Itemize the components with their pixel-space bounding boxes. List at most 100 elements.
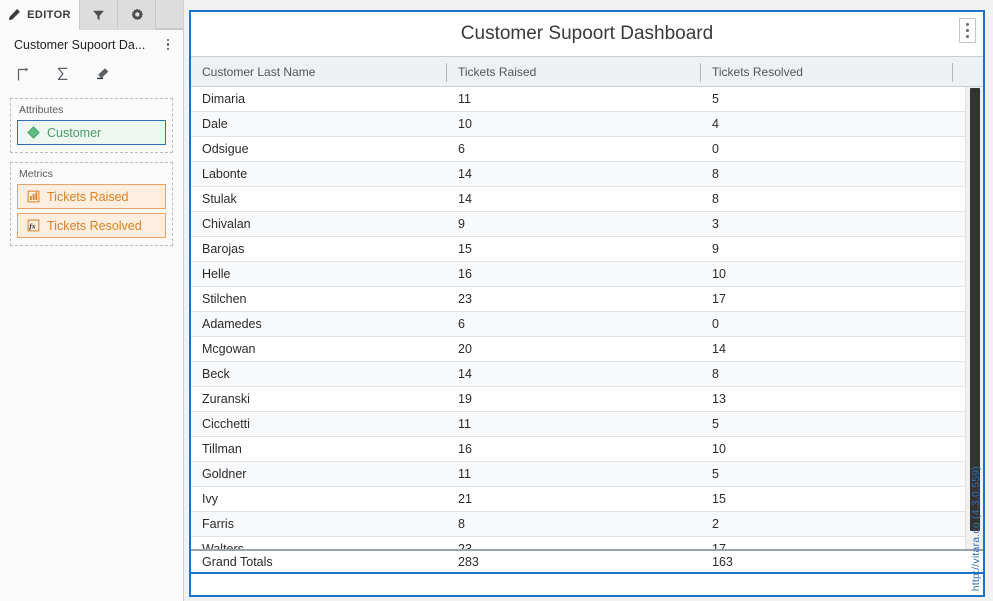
- table-cell: 8: [712, 192, 719, 206]
- attributes-section-label: Attributes: [19, 104, 64, 116]
- table-cell: 15: [712, 492, 726, 506]
- table-row[interactable]: Chivalan 9 3: [191, 212, 983, 237]
- table-row[interactable]: Mcgowan 20 14: [191, 337, 983, 362]
- column-header-tickets-raised[interactable]: Tickets Raised: [447, 57, 701, 86]
- pivot-swap-icon[interactable]: [14, 64, 34, 84]
- attribute-chip-customer[interactable]: Customer: [17, 120, 166, 145]
- column-header-label: Customer Last Name: [202, 64, 316, 79]
- table-cell: Mcgowan: [202, 342, 256, 356]
- metrics-dropzone[interactable]: Metrics Tickets Raised fx Tickets Resolv…: [10, 162, 173, 246]
- table-cell: Labonte: [202, 167, 248, 181]
- table-row[interactable]: Helle 16 10: [191, 262, 983, 287]
- table-row[interactable]: Dimaria 11 5: [191, 87, 983, 112]
- sidebar-kebab-menu-icon[interactable]: [161, 38, 175, 51]
- table-cell: Odsigue: [202, 142, 249, 156]
- table-cell: 17: [712, 542, 726, 549]
- column-header-tickets-resolved[interactable]: Tickets Resolved: [701, 57, 953, 86]
- table-cell: Goldner: [202, 467, 247, 481]
- visualization-kebab-menu-icon[interactable]: [959, 18, 976, 43]
- metric-chip-tickets-raised[interactable]: Tickets Raised: [17, 184, 166, 209]
- column-header-spacer: [953, 57, 983, 86]
- table-row[interactable]: Goldner 11 5: [191, 462, 983, 487]
- table-cell: 0: [712, 317, 719, 331]
- data-grid: Customer Last Name Tickets Raised Ticket…: [191, 56, 983, 574]
- grand-totals-row: Grand Totals 283 163: [191, 549, 983, 574]
- dashboard-title-row: Customer Supoort Da...: [0, 30, 183, 59]
- table-row[interactable]: Tillman 16 10: [191, 437, 983, 462]
- table-row[interactable]: Zuranski 19 13: [191, 387, 983, 412]
- table-cell: Walters: [202, 542, 244, 549]
- table-cell: Tillman: [202, 442, 242, 456]
- sigma-totals-icon[interactable]: [53, 64, 73, 84]
- table-cell: 4: [712, 117, 719, 131]
- tab-bar-filler: [156, 0, 183, 29]
- table-cell: 20: [458, 342, 472, 356]
- application-window: EDITOR Customer Supoort Da... Attributes…: [0, 0, 993, 601]
- table-row[interactable]: Walters 23 17: [191, 537, 983, 549]
- table-cell: 14: [712, 342, 726, 356]
- column-header-label: Tickets Raised: [458, 64, 537, 79]
- main-content-area: Customer Supoort Dashboard Customer Last…: [184, 0, 993, 601]
- table-cell: Zuranski: [202, 392, 250, 406]
- table-cell: 6: [458, 142, 465, 156]
- sidebar-tab-bar: EDITOR: [0, 0, 183, 30]
- table-cell: 5: [712, 92, 719, 106]
- vertical-scrollbar-thumb[interactable]: [970, 88, 980, 531]
- vitara-watermark: http://vitara.co (4.3.0.559): [970, 465, 982, 591]
- table-row[interactable]: Cicchetti 11 5: [191, 412, 983, 437]
- eraser-clear-icon[interactable]: [92, 64, 112, 84]
- column-header-label: Tickets Resolved: [712, 64, 803, 79]
- table-cell: 0: [712, 142, 719, 156]
- table-cell: Adamedes: [202, 317, 262, 331]
- table-row[interactable]: Ivy 21 15: [191, 487, 983, 512]
- metric-chip-tickets-resolved[interactable]: fx Tickets Resolved: [17, 213, 166, 238]
- table-row[interactable]: Barojas 15 9: [191, 237, 983, 262]
- table-row[interactable]: Beck 14 8: [191, 362, 983, 387]
- table-cell: 17: [712, 292, 726, 306]
- fx-formula-icon: fx: [26, 219, 40, 233]
- table-cell: 21: [458, 492, 472, 506]
- editor-toolbar: [0, 59, 183, 89]
- metric-chip-label: Tickets Raised: [47, 189, 129, 204]
- table-cell: Chivalan: [202, 217, 251, 231]
- table-cell: Dale: [202, 117, 228, 131]
- tab-filters[interactable]: [80, 0, 118, 30]
- table-row[interactable]: Adamedes 6 0: [191, 312, 983, 337]
- table-cell: 3: [712, 217, 719, 231]
- table-cell: Beck: [202, 367, 230, 381]
- table-cell: 10: [712, 267, 726, 281]
- table-cell: 15: [458, 242, 472, 256]
- table-cell: 8: [712, 367, 719, 381]
- table-cell: 9: [458, 217, 465, 231]
- table-row[interactable]: Farris 8 2: [191, 512, 983, 537]
- table-row[interactable]: Stilchen 23 17: [191, 287, 983, 312]
- table-cell: Barojas: [202, 242, 245, 256]
- table-row[interactable]: Stulak 14 8: [191, 187, 983, 212]
- table-cell: Helle: [202, 267, 231, 281]
- table-cell: Stilchen: [202, 292, 247, 306]
- attributes-dropzone[interactable]: Attributes Customer: [10, 98, 173, 153]
- table-row[interactable]: Dale 10 4: [191, 112, 983, 137]
- column-header-customer-last-name[interactable]: Customer Last Name: [191, 57, 447, 86]
- table-cell: 10: [458, 117, 472, 131]
- tab-settings[interactable]: [118, 0, 156, 30]
- filter-funnel-icon: [92, 9, 105, 22]
- tab-editor-label: EDITOR: [27, 8, 71, 21]
- editor-sidebar: EDITOR Customer Supoort Da... Attributes…: [0, 0, 184, 601]
- metric-chip-label: Tickets Resolved: [47, 218, 142, 233]
- metrics-section-label: Metrics: [19, 168, 53, 180]
- table-row[interactable]: Labonte 14 8: [191, 162, 983, 187]
- table-cell: 14: [458, 192, 472, 206]
- table-cell: 5: [712, 417, 719, 431]
- table-cell: 16: [458, 442, 472, 456]
- table-cell: 19: [458, 392, 472, 406]
- attribute-chip-label: Customer: [47, 125, 102, 140]
- table-row[interactable]: Odsigue 6 0: [191, 137, 983, 162]
- grid-body[interactable]: Dimaria 11 5 Dale 10 4 Odsigue 6 0 Labonte 14 8 Stul…: [191, 87, 983, 549]
- table-cell: 11: [458, 417, 471, 431]
- page-title: Customer Supoort Dashboard: [460, 23, 714, 44]
- tab-editor[interactable]: EDITOR: [0, 0, 80, 30]
- table-cell: 11: [458, 92, 471, 106]
- pencil-icon: [8, 8, 21, 21]
- green-diamond-icon: [26, 126, 40, 140]
